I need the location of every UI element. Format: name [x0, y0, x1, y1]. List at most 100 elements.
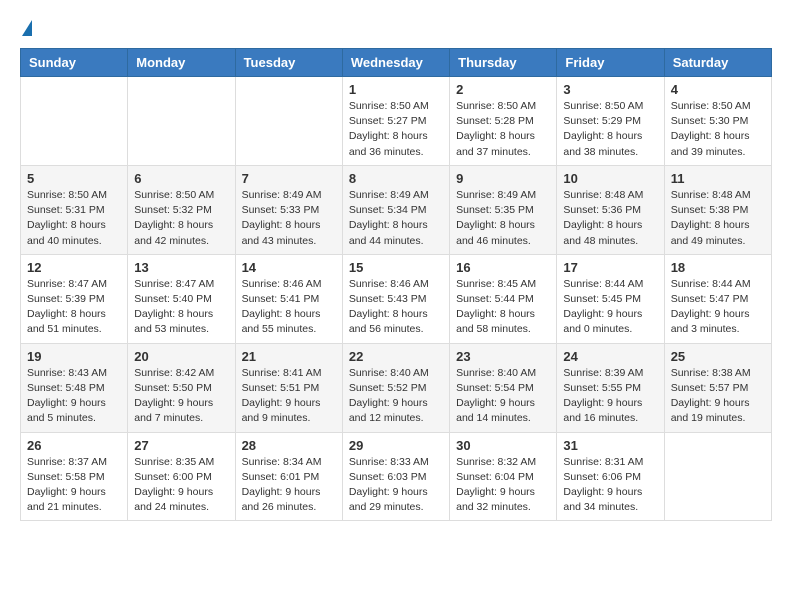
calendar-cell: 16 Sunrise: 8:45 AM Sunset: 5:44 PM Dayli…: [450, 254, 557, 343]
day-number: 22: [349, 349, 443, 364]
day-info: Sunrise: 8:39 AM Sunset: 5:55 PM Dayligh…: [563, 366, 657, 427]
day-header-thursday: Thursday: [450, 49, 557, 77]
logo: [20, 20, 32, 38]
day-info: Sunrise: 8:49 AM Sunset: 5:35 PM Dayligh…: [456, 188, 550, 249]
calendar-cell: 27 Sunrise: 8:35 AM Sunset: 6:00 PM Dayli…: [128, 432, 235, 521]
day-info: Sunrise: 8:31 AM Sunset: 6:06 PM Dayligh…: [563, 455, 657, 516]
day-number: 14: [242, 260, 336, 275]
day-number: 8: [349, 171, 443, 186]
logo-triangle-icon: [22, 20, 32, 36]
calendar-cell: 6 Sunrise: 8:50 AM Sunset: 5:32 PM Daylig…: [128, 165, 235, 254]
day-info: Sunrise: 8:44 AM Sunset: 5:47 PM Dayligh…: [671, 277, 765, 338]
day-number: 9: [456, 171, 550, 186]
day-info: Sunrise: 8:45 AM Sunset: 5:44 PM Dayligh…: [456, 277, 550, 338]
calendar-cell: 30 Sunrise: 8:32 AM Sunset: 6:04 PM Dayli…: [450, 432, 557, 521]
day-number: 7: [242, 171, 336, 186]
day-info: Sunrise: 8:32 AM Sunset: 6:04 PM Dayligh…: [456, 455, 550, 516]
day-number: 25: [671, 349, 765, 364]
calendar-cell: 18 Sunrise: 8:44 AM Sunset: 5:47 PM Dayli…: [664, 254, 771, 343]
day-info: Sunrise: 8:44 AM Sunset: 5:45 PM Dayligh…: [563, 277, 657, 338]
calendar-cell: 17 Sunrise: 8:44 AM Sunset: 5:45 PM Dayli…: [557, 254, 664, 343]
day-number: 5: [27, 171, 121, 186]
day-info: Sunrise: 8:40 AM Sunset: 5:52 PM Dayligh…: [349, 366, 443, 427]
day-header-saturday: Saturday: [664, 49, 771, 77]
calendar-cell: [664, 432, 771, 521]
day-info: Sunrise: 8:40 AM Sunset: 5:54 PM Dayligh…: [456, 366, 550, 427]
day-number: 27: [134, 438, 228, 453]
day-info: Sunrise: 8:50 AM Sunset: 5:27 PM Dayligh…: [349, 99, 443, 160]
day-info: Sunrise: 8:41 AM Sunset: 5:51 PM Dayligh…: [242, 366, 336, 427]
day-info: Sunrise: 8:43 AM Sunset: 5:48 PM Dayligh…: [27, 366, 121, 427]
day-number: 29: [349, 438, 443, 453]
day-info: Sunrise: 8:33 AM Sunset: 6:03 PM Dayligh…: [349, 455, 443, 516]
calendar-cell: 15Sunrise: 8:46 AM Sunset: 5:43 PM Dayli…: [342, 254, 449, 343]
day-info: Sunrise: 8:50 AM Sunset: 5:30 PM Dayligh…: [671, 99, 765, 160]
calendar-cell: 11 Sunrise: 8:48 AM Sunset: 5:38 PM Dayli…: [664, 165, 771, 254]
calendar-cell: 28 Sunrise: 8:34 AM Sunset: 6:01 PM Dayli…: [235, 432, 342, 521]
page: SundayMondayTuesdayWednesdayThursdayFrid…: [0, 0, 792, 612]
day-number: 3: [563, 82, 657, 97]
calendar-cell: 9 Sunrise: 8:49 AM Sunset: 5:35 PM Daylig…: [450, 165, 557, 254]
calendar-cell: 12Sunrise: 8:47 AM Sunset: 5:39 PM Dayli…: [21, 254, 128, 343]
days-header-row: SundayMondayTuesdayWednesdayThursdayFrid…: [21, 49, 772, 77]
day-info: Sunrise: 8:34 AM Sunset: 6:01 PM Dayligh…: [242, 455, 336, 516]
day-number: 2: [456, 82, 550, 97]
day-header-tuesday: Tuesday: [235, 49, 342, 77]
calendar-cell: [235, 77, 342, 166]
day-info: Sunrise: 8:50 AM Sunset: 5:29 PM Dayligh…: [563, 99, 657, 160]
calendar-cell: [21, 77, 128, 166]
calendar-cell: 7 Sunrise: 8:49 AM Sunset: 5:33 PM Daylig…: [235, 165, 342, 254]
calendar-cell: 24 Sunrise: 8:39 AM Sunset: 5:55 PM Dayli…: [557, 343, 664, 432]
day-number: 24: [563, 349, 657, 364]
week-row-4: 19 Sunrise: 8:43 AM Sunset: 5:48 PM Dayli…: [21, 343, 772, 432]
day-number: 17: [563, 260, 657, 275]
day-number: 11: [671, 171, 765, 186]
day-number: 21: [242, 349, 336, 364]
day-info: Sunrise: 8:50 AM Sunset: 5:28 PM Dayligh…: [456, 99, 550, 160]
week-row-1: 1 Sunrise: 8:50 AM Sunset: 5:27 PM Daylig…: [21, 77, 772, 166]
day-header-friday: Friday: [557, 49, 664, 77]
day-number: 12: [27, 260, 121, 275]
day-number: 4: [671, 82, 765, 97]
calendar-cell: 2 Sunrise: 8:50 AM Sunset: 5:28 PM Daylig…: [450, 77, 557, 166]
week-row-5: 26Sunrise: 8:37 AM Sunset: 5:58 PM Dayli…: [21, 432, 772, 521]
day-info: Sunrise: 8:48 AM Sunset: 5:36 PM Dayligh…: [563, 188, 657, 249]
day-info: Sunrise: 8:42 AM Sunset: 5:50 PM Dayligh…: [134, 366, 228, 427]
day-number: 31: [563, 438, 657, 453]
day-number: 19: [27, 349, 121, 364]
day-number: 30: [456, 438, 550, 453]
calendar-cell: 1 Sunrise: 8:50 AM Sunset: 5:27 PM Daylig…: [342, 77, 449, 166]
day-info: Sunrise: 8:35 AM Sunset: 6:00 PM Dayligh…: [134, 455, 228, 516]
day-info: Sunrise: 8:49 AM Sunset: 5:33 PM Dayligh…: [242, 188, 336, 249]
day-info: Sunrise: 8:48 AM Sunset: 5:38 PM Dayligh…: [671, 188, 765, 249]
day-number: 28: [242, 438, 336, 453]
day-number: 10: [563, 171, 657, 186]
calendar-cell: 23 Sunrise: 8:40 AM Sunset: 5:54 PM Dayli…: [450, 343, 557, 432]
day-number: 1: [349, 82, 443, 97]
calendar-cell: 4 Sunrise: 8:50 AM Sunset: 5:30 PM Daylig…: [664, 77, 771, 166]
day-number: 23: [456, 349, 550, 364]
week-row-2: 5Sunrise: 8:50 AM Sunset: 5:31 PM Daylig…: [21, 165, 772, 254]
calendar-cell: 19 Sunrise: 8:43 AM Sunset: 5:48 PM Dayli…: [21, 343, 128, 432]
calendar-cell: 31 Sunrise: 8:31 AM Sunset: 6:06 PM Dayli…: [557, 432, 664, 521]
day-number: 6: [134, 171, 228, 186]
calendar-cell: 13Sunrise: 8:47 AM Sunset: 5:40 PM Dayli…: [128, 254, 235, 343]
calendar-cell: 14Sunrise: 8:46 AM Sunset: 5:41 PM Dayli…: [235, 254, 342, 343]
calendar-cell: 8Sunrise: 8:49 AM Sunset: 5:34 PM Daylig…: [342, 165, 449, 254]
day-info: Sunrise: 8:46 AM Sunset: 5:43 PM Dayligh…: [349, 277, 443, 338]
day-header-monday: Monday: [128, 49, 235, 77]
day-info: Sunrise: 8:38 AM Sunset: 5:57 PM Dayligh…: [671, 366, 765, 427]
day-number: 20: [134, 349, 228, 364]
calendar-cell: 5Sunrise: 8:50 AM Sunset: 5:31 PM Daylig…: [21, 165, 128, 254]
day-number: 16: [456, 260, 550, 275]
calendar-cell: 26Sunrise: 8:37 AM Sunset: 5:58 PM Dayli…: [21, 432, 128, 521]
day-number: 18: [671, 260, 765, 275]
calendar-cell: 10 Sunrise: 8:48 AM Sunset: 5:36 PM Dayli…: [557, 165, 664, 254]
day-header-wednesday: Wednesday: [342, 49, 449, 77]
calendar-cell: 20 Sunrise: 8:42 AM Sunset: 5:50 PM Dayli…: [128, 343, 235, 432]
calendar-cell: 29 Sunrise: 8:33 AM Sunset: 6:03 PM Dayli…: [342, 432, 449, 521]
week-row-3: 12Sunrise: 8:47 AM Sunset: 5:39 PM Dayli…: [21, 254, 772, 343]
calendar-cell: 25 Sunrise: 8:38 AM Sunset: 5:57 PM Dayli…: [664, 343, 771, 432]
calendar-cell: 3 Sunrise: 8:50 AM Sunset: 5:29 PM Daylig…: [557, 77, 664, 166]
day-info: Sunrise: 8:50 AM Sunset: 5:32 PM Dayligh…: [134, 188, 228, 249]
